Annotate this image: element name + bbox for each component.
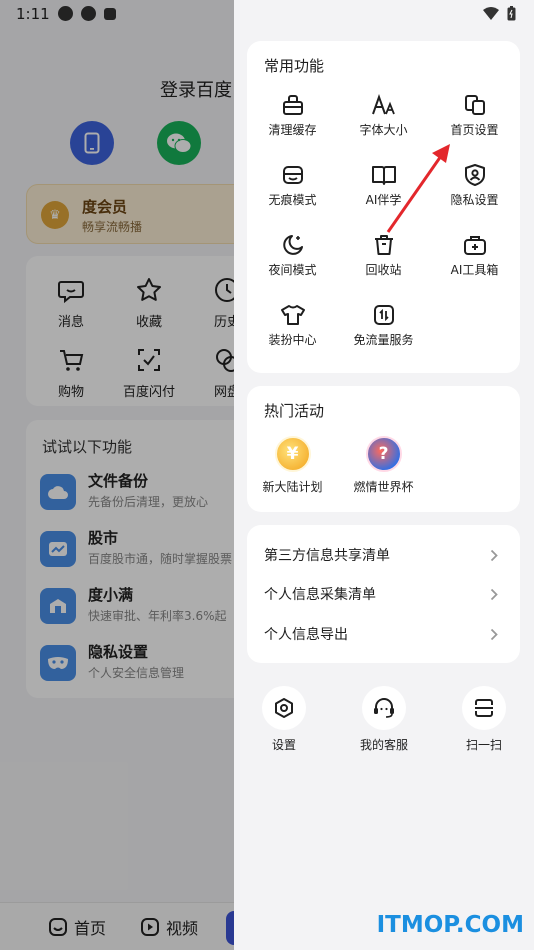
activity-label: 新大陆计划 (262, 480, 323, 494)
world-cup-icon: ? (365, 436, 402, 472)
feature-label: 装扮中心 (268, 333, 317, 347)
feature-label: 字体大小 (359, 123, 408, 137)
scan-label: 扫一扫 (465, 738, 502, 752)
customer-service-icon (374, 698, 394, 718)
settings-button[interactable]: 设置 (254, 686, 314, 753)
customer-service-label: 我的客服 (359, 738, 408, 752)
data-free-icon (373, 305, 394, 325)
feature-clean-cache[interactable]: 清理缓存 (247, 93, 338, 138)
activity-new-continent[interactable]: ¥ 新大陆计划 (247, 436, 338, 495)
feature-recycle-bin[interactable]: 回收站 (338, 233, 429, 278)
feature-incognito[interactable]: 无痕模式 (247, 163, 338, 208)
side-drawer: 常用功能 清理缓存 字体大小 首页设置 无痕模式 AI伴学 隐私设置 夜间模式 (234, 0, 534, 950)
feature-label: AI工具箱 (450, 263, 499, 277)
scan-button[interactable]: 扫一扫 (454, 686, 514, 753)
feature-font-size[interactable]: 字体大小 (338, 93, 429, 138)
activity-label: 燃情世界杯 (353, 480, 414, 494)
feature-label: 免流量服务 (353, 333, 414, 347)
info-list-card: 第三方信息共享清单 个人信息采集清单 个人信息导出 (247, 525, 520, 663)
feature-label: 无痕模式 (268, 193, 317, 207)
hot-activities-card: 热门活动 ¥ 新大陆计划 ? 燃情世界杯 (247, 386, 520, 512)
feature-ai-study[interactable]: AI伴学 (338, 163, 429, 208)
battery-icon (507, 6, 516, 21)
list-item-personal-info-export[interactable]: 个人信息导出 (247, 614, 520, 654)
new-continent-icon: ¥ (274, 436, 311, 472)
feature-free-data[interactable]: 免流量服务 (338, 303, 429, 348)
feature-night-mode[interactable]: 夜间模式 (247, 233, 338, 278)
feature-label: AI伴学 (365, 193, 402, 207)
status-right (483, 6, 516, 21)
common-functions-title: 常用功能 (264, 57, 325, 75)
feature-label: 隐私设置 (450, 193, 499, 207)
feature-label: 回收站 (365, 263, 402, 277)
settings-icon (275, 698, 293, 718)
privacy-shield-icon (464, 164, 485, 186)
book-icon (371, 166, 396, 185)
trash-icon (374, 235, 393, 255)
feature-decor-center[interactable]: 装扮中心 (247, 303, 338, 348)
toolbox-icon (463, 236, 486, 255)
list-item-label: 个人信息采集清单 (264, 587, 376, 603)
feature-ai-toolbox[interactable]: AI工具箱 (429, 233, 520, 278)
feature-label: 清理缓存 (268, 123, 317, 137)
watermark: ITMOP.COM (376, 912, 524, 938)
feature-home-settings[interactable]: 首页设置 (429, 93, 520, 138)
chevron-right-icon (490, 628, 498, 641)
list-item-label: 第三方信息共享清单 (264, 548, 390, 564)
chevron-right-icon (490, 549, 498, 562)
tshirt-icon (280, 305, 305, 325)
feature-label: 首页设置 (450, 123, 499, 137)
chevron-right-icon (490, 588, 498, 601)
incognito-icon (282, 166, 303, 184)
activity-world-cup[interactable]: ? 燃情世界杯 (338, 436, 429, 495)
home-settings-icon (464, 95, 485, 115)
list-item-label: 个人信息导出 (264, 627, 348, 643)
settings-label: 设置 (271, 738, 296, 752)
feature-label: 夜间模式 (268, 263, 317, 277)
clean-cache-icon (282, 95, 303, 115)
list-item-third-party-sharing[interactable]: 第三方信息共享清单 (247, 535, 520, 575)
hot-activities-title: 热门活动 (264, 402, 325, 420)
feature-privacy[interactable]: 隐私设置 (429, 163, 520, 208)
font-size-icon (371, 93, 395, 115)
moon-icon (282, 235, 303, 255)
wifi-icon (483, 7, 499, 20)
customer-service-button[interactable]: 我的客服 (354, 686, 414, 753)
common-functions-card: 常用功能 清理缓存 字体大小 首页设置 无痕模式 AI伴学 隐私设置 夜间模式 (247, 41, 520, 373)
list-item-personal-info-collection[interactable]: 个人信息采集清单 (247, 574, 520, 614)
scan-icon (475, 699, 493, 717)
